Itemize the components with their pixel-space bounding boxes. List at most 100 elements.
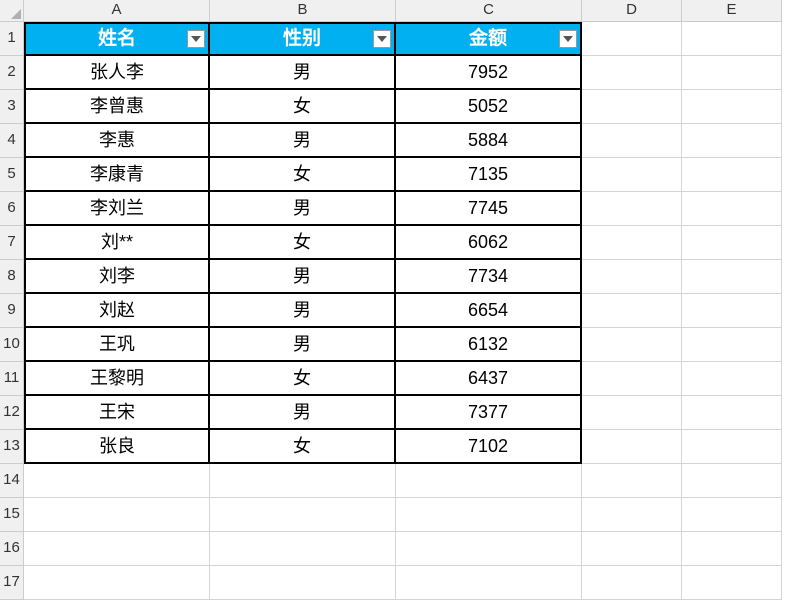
cell-b8[interactable]: 男: [210, 260, 396, 294]
filter-button-name[interactable]: [187, 30, 205, 48]
cell-a8[interactable]: 刘李: [24, 260, 210, 294]
cell-d2[interactable]: [582, 56, 682, 90]
cell-a10[interactable]: 王巩: [24, 328, 210, 362]
cell-b12[interactable]: 男: [210, 396, 396, 430]
cell-a6[interactable]: 李刘兰: [24, 192, 210, 226]
cell-c16[interactable]: [396, 532, 582, 566]
cell-e1[interactable]: [682, 22, 782, 56]
cell-e5[interactable]: [682, 158, 782, 192]
col-header-c[interactable]: C: [396, 0, 582, 22]
cell-d9[interactable]: [582, 294, 682, 328]
cell-a15[interactable]: [24, 498, 210, 532]
cell-b10[interactable]: 男: [210, 328, 396, 362]
table-header-gender[interactable]: 性别: [210, 22, 396, 56]
row-header-7[interactable]: 7: [0, 226, 24, 260]
cell-b11[interactable]: 女: [210, 362, 396, 396]
cell-b13[interactable]: 女: [210, 430, 396, 464]
cell-e14[interactable]: [682, 464, 782, 498]
cell-a3[interactable]: 李曾惠: [24, 90, 210, 124]
cell-b3[interactable]: 女: [210, 90, 396, 124]
row-header-6[interactable]: 6: [0, 192, 24, 226]
cell-c13[interactable]: 7102: [396, 430, 582, 464]
cell-a9[interactable]: 刘赵: [24, 294, 210, 328]
cell-c10[interactable]: 6132: [396, 328, 582, 362]
cell-c2[interactable]: 7952: [396, 56, 582, 90]
cell-c17[interactable]: [396, 566, 582, 600]
cell-e3[interactable]: [682, 90, 782, 124]
cell-d10[interactable]: [582, 328, 682, 362]
row-header-11[interactable]: 11: [0, 362, 24, 396]
cell-a16[interactable]: [24, 532, 210, 566]
row-header-3[interactable]: 3: [0, 90, 24, 124]
row-header-9[interactable]: 9: [0, 294, 24, 328]
cell-c5[interactable]: 7135: [396, 158, 582, 192]
cell-e10[interactable]: [682, 328, 782, 362]
cell-d14[interactable]: [582, 464, 682, 498]
select-all-corner[interactable]: [0, 0, 24, 22]
cell-d7[interactable]: [582, 226, 682, 260]
cell-d12[interactable]: [582, 396, 682, 430]
filter-button-gender[interactable]: [373, 30, 391, 48]
cell-b15[interactable]: [210, 498, 396, 532]
cell-e8[interactable]: [682, 260, 782, 294]
cell-c7[interactable]: 6062: [396, 226, 582, 260]
cell-a13[interactable]: 张良: [24, 430, 210, 464]
table-header-amount[interactable]: 金额: [396, 22, 582, 56]
cell-a11[interactable]: 王黎明: [24, 362, 210, 396]
cell-c8[interactable]: 7734: [396, 260, 582, 294]
row-header-14[interactable]: 14: [0, 464, 24, 498]
row-header-1[interactable]: 1: [0, 22, 24, 56]
cell-d11[interactable]: [582, 362, 682, 396]
cell-a17[interactable]: [24, 566, 210, 600]
cell-d13[interactable]: [582, 430, 682, 464]
cell-e6[interactable]: [682, 192, 782, 226]
row-header-4[interactable]: 4: [0, 124, 24, 158]
cell-b14[interactable]: [210, 464, 396, 498]
cell-a14[interactable]: [24, 464, 210, 498]
cell-e12[interactable]: [682, 396, 782, 430]
cell-e17[interactable]: [682, 566, 782, 600]
cell-a7[interactable]: 刘**: [24, 226, 210, 260]
cell-c12[interactable]: 7377: [396, 396, 582, 430]
cell-c15[interactable]: [396, 498, 582, 532]
cell-d5[interactable]: [582, 158, 682, 192]
cell-c14[interactable]: [396, 464, 582, 498]
col-header-e[interactable]: E: [682, 0, 782, 22]
cell-b9[interactable]: 男: [210, 294, 396, 328]
row-header-17[interactable]: 17: [0, 566, 24, 600]
row-header-13[interactable]: 13: [0, 430, 24, 464]
cell-e7[interactable]: [682, 226, 782, 260]
cell-e2[interactable]: [682, 56, 782, 90]
col-header-a[interactable]: A: [24, 0, 210, 22]
cell-c6[interactable]: 7745: [396, 192, 582, 226]
row-header-16[interactable]: 16: [0, 532, 24, 566]
cell-e16[interactable]: [682, 532, 782, 566]
cell-a4[interactable]: 李惠: [24, 124, 210, 158]
table-header-name[interactable]: 姓名: [24, 22, 210, 56]
cell-c3[interactable]: 5052: [396, 90, 582, 124]
filter-button-amount[interactable]: [559, 30, 577, 48]
cell-b16[interactable]: [210, 532, 396, 566]
cell-d16[interactable]: [582, 532, 682, 566]
cell-d4[interactable]: [582, 124, 682, 158]
cell-d1[interactable]: [582, 22, 682, 56]
cell-a5[interactable]: 李康青: [24, 158, 210, 192]
cell-d3[interactable]: [582, 90, 682, 124]
row-header-2[interactable]: 2: [0, 56, 24, 90]
cell-d17[interactable]: [582, 566, 682, 600]
row-header-15[interactable]: 15: [0, 498, 24, 532]
cell-c9[interactable]: 6654: [396, 294, 582, 328]
cell-e13[interactable]: [682, 430, 782, 464]
cell-e9[interactable]: [682, 294, 782, 328]
cell-d8[interactable]: [582, 260, 682, 294]
cell-a2[interactable]: 张人李: [24, 56, 210, 90]
cell-d6[interactable]: [582, 192, 682, 226]
row-header-5[interactable]: 5: [0, 158, 24, 192]
cell-e4[interactable]: [682, 124, 782, 158]
col-header-d[interactable]: D: [582, 0, 682, 22]
cell-e15[interactable]: [682, 498, 782, 532]
cell-d15[interactable]: [582, 498, 682, 532]
cell-a12[interactable]: 王宋: [24, 396, 210, 430]
row-header-8[interactable]: 8: [0, 260, 24, 294]
cell-b4[interactable]: 男: [210, 124, 396, 158]
